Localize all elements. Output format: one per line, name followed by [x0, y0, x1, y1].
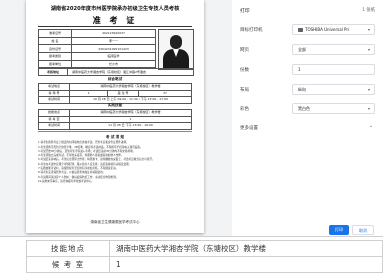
more-settings-toggle[interactable]: 更多设置 — [240, 125, 258, 131]
layout-value: 纵向 — [298, 87, 306, 92]
sheet-count: 1 张纸 — [362, 8, 375, 13]
cancel-button[interactable]: 取消 — [352, 225, 374, 235]
chevron-down-icon: ▾ — [367, 106, 370, 111]
note-item: 10.其他未尽事宜，请咨询报考单位或考试中心。 — [38, 179, 94, 183]
print-settings-panel: 打印 1 张纸 目标打印机 TOSHIBA Universal Pri ▾ 网页… — [232, 0, 383, 236]
exam-site-value: 湖南中医药大学湘杏学院（东塘校区）湘江中路2号湘杏 — [71, 70, 146, 74]
color-select[interactable]: 黑白色 ▾ — [292, 103, 375, 114]
exam-notes: 考 试 须 知 1.请考生按准考证上规定的时间和地点参加考试，凭准考证和身份证原… — [38, 135, 192, 184]
table-row: 身份证号 4304231095101423 — [38, 44, 156, 54]
chevron-down-icon: ▾ — [367, 87, 370, 92]
table-row: 技能地点 湖南中医药大学湘杏学院（东塘校区）教学楼 — [26, 240, 383, 257]
exam-site-row: 考核地址 湖南中医药大学湘杏学院（东塘校区）湘江中路2号湘杏 — [38, 68, 194, 76]
copies-value: 1 — [298, 67, 301, 72]
pages-value: 全部 — [298, 47, 306, 52]
candidate-info-table: 准考证号 402123920037 姓 名李一一 身份证号 430423109510… — [38, 29, 156, 69]
expand-chevron-icon[interactable]: ⌄ — [369, 123, 373, 129]
layout-select[interactable]: 纵向 ▾ — [292, 84, 375, 95]
preview-page: 湖南省2020年度市州医学院承办初级卫生专技人员考核 准 考 证 准考证号 402… — [26, 0, 204, 233]
skill-exam-table: 技能地点 湖南中医药大学湘杏学院（东塘校区）教学楼 候 考 室1 考试时间 11 月… — [38, 109, 192, 130]
chevron-down-icon: ▾ — [367, 47, 370, 52]
underlying-page: 技能地点 湖南中医药大学湘杏学院（东塘校区）教学楼 候 考 室1 — [0, 236, 383, 273]
destination-label: 目标打印机 — [240, 28, 263, 33]
panel-title: 打印 — [240, 9, 250, 14]
destination-value: TOSHIBA Universal Pri — [305, 27, 350, 32]
destination-select[interactable]: TOSHIBA Universal Pri ▾ — [292, 24, 375, 35]
color-label: 彩色 — [240, 107, 249, 112]
table-row: 报考单位 长沙市 — [38, 59, 156, 69]
copies-input[interactable]: 1 — [292, 64, 375, 75]
exam-site-label: 考核地址 — [39, 69, 68, 75]
candidate-photo — [158, 29, 194, 70]
table-row: 姓 名李一一 — [38, 36, 156, 46]
print-button[interactable]: 打印 — [329, 225, 349, 235]
notes-heading: 考 试 须 知 — [105, 135, 125, 139]
print-dialog: 湖南省2020年度市州医学院承办初级卫生专技人员考核 准 考 证 准考证号 402… — [0, 0, 383, 273]
printer-icon — [298, 27, 303, 32]
print-preview-area: 湖南省2020年度市州医学院承办初级卫生专技人员考核 准 考 证 准考证号 402… — [0, 0, 232, 236]
table-row: 报考类别 临床医学 — [38, 52, 156, 61]
table-row: 考试地点 湖南中医药大学湘杏学院（东塘校区）教学楼 — [38, 83, 192, 91]
written-exam-table: 考试地点 湖南中医药大学湘杏学院（东塘校区）教学楼 考 场 号1座 位 号 37 考… — [38, 83, 192, 104]
title-divider — [38, 26, 192, 27]
underlying-table: 技能地点 湖南中医药大学湘杏学院（东塘校区）教学楼 候 考 室1 — [26, 240, 383, 273]
copies-label: 份数 — [240, 68, 249, 73]
table-row: 准考证号 402123920037 — [38, 29, 156, 38]
written-exam-title: 综合笔试 — [107, 77, 123, 81]
table-row: 候 考 室1 — [26, 256, 383, 273]
color-value: 黑白色 — [298, 106, 310, 111]
pages-label: 网页 — [240, 48, 249, 53]
pages-select[interactable]: 全部 ▾ — [292, 44, 375, 55]
photo-head-shape — [170, 35, 182, 49]
notes-divider — [38, 131, 192, 132]
document-footer: 湖南省卫生健康委医学考试中心 — [90, 220, 140, 224]
table-row: 考 场 号1座 位 号 37 — [38, 89, 192, 98]
chevron-down-icon: ▾ — [367, 27, 370, 32]
skill-exam-title: 实践技能 — [107, 103, 123, 107]
layout-label: 布局 — [240, 88, 249, 93]
document-subtitle: 准 考 证 — [92, 16, 138, 25]
table-row: 技能地点 湖南中医药大学湘杏学院（东塘校区）教学楼 — [38, 109, 192, 117]
document-title: 湖南省2020年度市州医学院承办初级卫生专技人员考核 — [50, 6, 180, 12]
table-row: 候 考 室1 — [38, 115, 192, 124]
table-row: 考试时间 11 月 28 日 下午 13:00 - 16:00 — [38, 122, 192, 130]
